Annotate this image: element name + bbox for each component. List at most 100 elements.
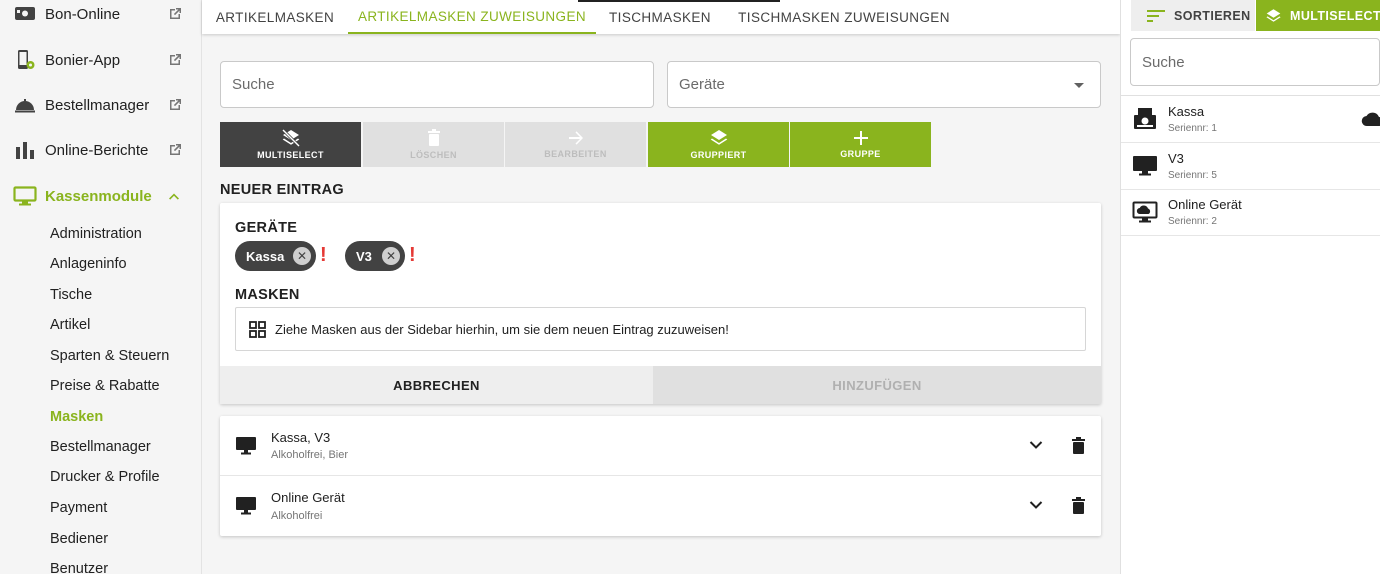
device-item-kassa[interactable]: Kassa Seriennr: 1 <box>1121 96 1380 143</box>
tab-tischmasken[interactable]: TISCHMASKEN <box>596 0 724 34</box>
cancel-button[interactable]: ABBRECHEN <box>220 366 653 404</box>
nav-label: Bon-Online <box>45 5 121 23</box>
masks-title: MASKEN <box>235 287 300 303</box>
entries-list: Kassa, V3 Alkoholfrei, Bier Online Gerät… <box>220 416 1101 536</box>
list-item[interactable]: Kassa, V3 Alkoholfrei, Bier <box>220 416 1101 476</box>
nav-label: Bonier-App <box>45 51 121 69</box>
open-external-icon <box>170 99 181 110</box>
add-group-label: GRUPPE <box>840 149 881 159</box>
tab-bar: ARTIKELMASKEN ARTIKELMASKEN ZUWEISUNGEN … <box>202 0 1120 34</box>
device-name: Online Gerät <box>1168 197 1242 212</box>
tab-scroll-indicator <box>578 0 780 2</box>
edit-button[interactable]: BEARBEITEN <box>505 122 646 167</box>
dropdown-caret-icon <box>1074 83 1084 88</box>
sidebar-sub-sparten-steuern[interactable]: Sparten & Steuern <box>50 348 169 364</box>
grid-icon <box>249 321 266 338</box>
masks-dropzone[interactable]: Ziehe Masken aus der Sidebar hierhin, um… <box>235 307 1086 351</box>
device-search-field[interactable] <box>1130 38 1380 86</box>
add-group-button[interactable]: GRUPPE <box>790 122 931 167</box>
warning-icon: ! <box>409 244 416 266</box>
sidebar-sub-payment[interactable]: Payment <box>50 500 107 516</box>
layers-off-icon <box>281 129 300 147</box>
nav-item-bon-online[interactable]: Bon-Online <box>0 0 201 34</box>
sidebar-sub-artikel[interactable]: Artikel <box>50 317 90 333</box>
device-chip-v3: V3 ✕ <box>345 241 405 271</box>
open-external-icon <box>170 144 181 155</box>
delete-label: LÖSCHEN <box>410 150 457 160</box>
monitor-icon <box>1133 156 1157 176</box>
tab-artikelmasken[interactable]: ARTIKELMASKEN <box>202 0 348 34</box>
bar-chart-icon <box>12 139 38 161</box>
sort-label: SORTIEREN <box>1174 8 1251 23</box>
grouped-button[interactable]: GRUPPIERT <box>648 122 789 167</box>
cash-register-icon <box>1134 108 1156 129</box>
multiselect-button[interactable]: MULTISELECT <box>220 122 361 167</box>
chevron-up-icon[interactable] <box>166 188 182 204</box>
nav-label: Bestellmanager <box>45 96 150 114</box>
multiselect-label: MULTISELECT <box>1290 8 1380 23</box>
phone-gear-icon <box>12 49 38 71</box>
devices-select-label: Geräte <box>679 76 725 93</box>
close-icon[interactable]: ✕ <box>382 247 400 265</box>
chevron-down-icon[interactable] <box>1029 500 1043 510</box>
sidebar-sub-drucker-profile[interactable]: Drucker & Profile <box>50 469 160 485</box>
monitor-icon <box>236 437 256 455</box>
arrow-right-icon <box>568 131 583 145</box>
trash-icon <box>427 129 440 146</box>
nav-item-online-berichte[interactable]: Online-Berichte <box>0 130 201 170</box>
monitor-icon <box>236 497 256 515</box>
multiselect-button[interactable]: MULTISELECT <box>1256 0 1380 31</box>
list-item[interactable]: Online Gerät Alkoholfrei <box>220 476 1101 536</box>
nav-item-bestellmanager[interactable]: Bestellmanager <box>0 85 201 125</box>
nav-item-kassenmodule[interactable]: Kassenmodule <box>0 176 201 216</box>
multiselect-label: MULTISELECT <box>257 150 324 160</box>
delete-button[interactable]: LÖSCHEN <box>363 122 504 167</box>
trash-icon[interactable] <box>1072 437 1085 454</box>
search-input[interactable] <box>221 62 653 107</box>
add-button[interactable]: HINZUFÜGEN <box>653 366 1101 404</box>
device-item-online-geraet[interactable]: Online Gerät Seriennr: 2 <box>1121 189 1380 236</box>
sidebar-sub-bediener[interactable]: Bediener <box>50 531 108 547</box>
chip-label: V3 <box>356 248 372 264</box>
cloud-icon <box>1361 112 1380 127</box>
device-serial: Seriennr: 5 <box>1168 170 1217 181</box>
device-item-v3[interactable]: V3 Seriennr: 5 <box>1121 143 1380 190</box>
display-icon <box>12 3 38 25</box>
sidebar-sub-benutzer[interactable]: Benutzer <box>50 561 108 574</box>
devices-select[interactable]: Geräte <box>667 61 1101 108</box>
nav-item-bonier-app[interactable]: Bonier-App <box>0 40 201 80</box>
tab-tischmasken-zuweisungen[interactable]: TISCHMASKEN ZUWEISUNGEN <box>724 0 964 34</box>
open-external-icon <box>170 8 181 19</box>
chip-label: Kassa <box>246 248 285 264</box>
sidebar-sub-masken[interactable]: Masken <box>50 409 103 425</box>
device-name: Kassa <box>1168 104 1205 119</box>
sidebar-sub-bestellmanager[interactable]: Bestellmanager <box>50 439 151 455</box>
entry-subtitle: Alkoholfrei, Bier <box>271 449 349 461</box>
sort-icon <box>1147 9 1165 22</box>
new-entry-title: NEUER EINTRAG <box>220 182 344 198</box>
devices-title: GERÄTE <box>235 220 298 236</box>
edit-label: BEARBEITEN <box>544 149 607 159</box>
tab-artikelmasken-zuweisungen[interactable]: ARTIKELMASKEN ZUWEISUNGEN <box>348 0 596 34</box>
sidebar-sub-anlageninfo[interactable]: Anlageninfo <box>50 256 127 272</box>
sidebar-sub-tische[interactable]: Tische <box>50 287 92 303</box>
trash-icon[interactable] <box>1072 497 1085 514</box>
layers-icon <box>710 130 727 145</box>
sidebar-sub-preise-rabatte[interactable]: Preise & Rabatte <box>50 378 160 394</box>
sidebar-sub-administration[interactable]: Administration <box>50 226 142 242</box>
entry-subtitle: Alkoholfrei <box>271 510 323 522</box>
plus-icon <box>853 131 868 145</box>
warning-icon: ! <box>320 244 327 266</box>
close-icon[interactable]: ✕ <box>293 247 311 265</box>
sort-button[interactable]: SORTIEREN <box>1131 0 1255 31</box>
layers-icon <box>1266 8 1281 22</box>
device-name: V3 <box>1168 151 1184 166</box>
dropzone-hint: Ziehe Masken aus der Sidebar hierhin, um… <box>275 322 729 337</box>
chevron-down-icon[interactable] <box>1029 440 1043 450</box>
open-external-icon <box>170 54 181 65</box>
monitor-icon <box>12 185 38 207</box>
device-search-input[interactable] <box>1131 39 1379 85</box>
search-field[interactable] <box>220 61 654 108</box>
device-serial: Seriennr: 1 <box>1168 123 1217 134</box>
main-content: ARTIKELMASKEN ARTIKELMASKEN ZUWEISUNGEN … <box>202 0 1120 574</box>
